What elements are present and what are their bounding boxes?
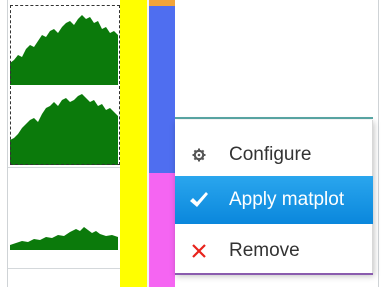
blue-column[interactable] xyxy=(149,6,175,173)
menu-item-remove-label: Remove xyxy=(229,240,300,261)
purple-divider xyxy=(175,273,373,275)
panel-divider-2 xyxy=(8,268,120,269)
sparkline-plot-3-svg xyxy=(10,227,118,250)
panel-divider-1 xyxy=(8,167,120,168)
context-menu: Configure Apply matplot Remove xyxy=(175,120,373,274)
sparkline-plot-3-area xyxy=(10,227,118,250)
checkmark-icon xyxy=(175,176,223,224)
sparkline-plot-3[interactable] xyxy=(10,205,118,250)
dashboard-canvas: Configure Apply matplot Remove xyxy=(0,0,386,287)
menu-item-apply-matplot[interactable]: Apply matplot xyxy=(175,176,373,224)
gear-icon xyxy=(175,132,223,178)
selection-rectangle[interactable] xyxy=(10,5,120,165)
yellow-column[interactable] xyxy=(120,0,147,287)
menu-item-configure[interactable]: Configure xyxy=(175,132,373,178)
teal-divider xyxy=(175,117,373,119)
menu-item-configure-label: Configure xyxy=(229,144,312,165)
menu-item-apply-matplot-label: Apply matplot xyxy=(229,189,345,210)
menu-item-remove[interactable]: Remove xyxy=(175,228,373,274)
close-x-icon xyxy=(175,228,223,274)
magenta-column[interactable] xyxy=(149,173,175,287)
